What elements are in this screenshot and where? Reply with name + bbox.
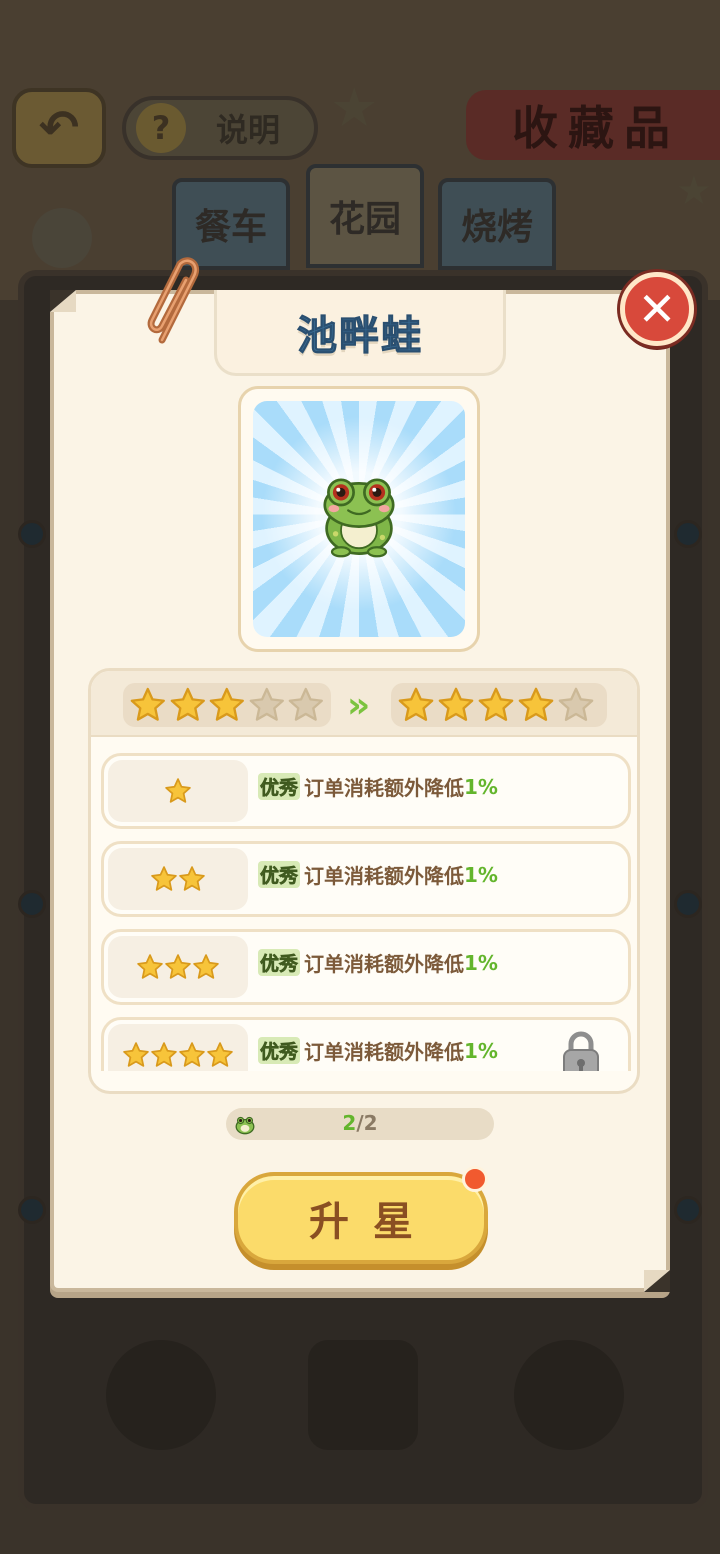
- collection-item[interactable]: [308, 1340, 418, 1450]
- star-empty-icon: [558, 687, 594, 721]
- shard-progress-text: 2/2: [226, 1111, 494, 1135]
- board-rivet: [18, 520, 46, 548]
- star-filled-icon: [165, 778, 191, 803]
- star-filled-icon: [193, 954, 219, 979]
- item-card: [238, 386, 480, 652]
- bonus-effect: 订单消耗额外降低: [304, 776, 465, 800]
- board-rivet: [18, 890, 46, 918]
- item-card-image: [253, 401, 465, 637]
- star-bonus-panel: » 优秀 订单消耗额外降低 1% 优秀 订单消耗额外降低 1% 优秀 订单消耗额…: [88, 668, 640, 1094]
- question-icon: ?: [136, 103, 186, 153]
- star-filled-icon: [209, 687, 245, 721]
- double-chevron-right-icon: »: [347, 685, 371, 726]
- row-bonus-text: 优秀 订单消耗额外降低 1%: [258, 1036, 498, 1065]
- star-empty-icon: [249, 687, 284, 721]
- shard-total: 2: [363, 1111, 378, 1135]
- filter-button[interactable]: [32, 208, 92, 268]
- row-bonus-text: 优秀 订单消耗额外降低 1%: [258, 772, 498, 801]
- collection-item[interactable]: [106, 1340, 216, 1450]
- star-filled-icon: [151, 866, 177, 891]
- bonus-value: 1%: [464, 1038, 498, 1063]
- board-rivet: [674, 1196, 702, 1224]
- tab-bbq[interactable]: 烧烤: [438, 178, 556, 270]
- paper-fold-corner: [50, 290, 76, 312]
- item-title: 池畔蛙: [297, 312, 423, 359]
- close-icon: ✕: [637, 282, 677, 336]
- star-empty-icon: [289, 687, 324, 721]
- bonus-effect: 订单消耗额外降低: [304, 1040, 465, 1064]
- board-rivet: [674, 520, 702, 548]
- star-filled-icon: [207, 1042, 233, 1067]
- bonus-effect: 订单消耗额外降低: [304, 864, 465, 888]
- notification-dot: [462, 1166, 488, 1192]
- tab-garden[interactable]: 花园: [306, 164, 424, 268]
- quality-badge: 优秀: [258, 773, 301, 800]
- star-filled-icon: [398, 687, 434, 721]
- row-star-requirement: [108, 936, 248, 998]
- star-filled-icon: [179, 1042, 205, 1067]
- row-star-requirement: [108, 848, 248, 910]
- back-arrow-icon: ↶: [38, 100, 80, 156]
- star-bonus-row: 优秀 订单消耗额外降低 1%: [101, 929, 631, 1005]
- frog-icon: [323, 478, 395, 558]
- close-button[interactable]: ✕: [620, 272, 694, 346]
- star-filled-icon: [123, 1042, 149, 1067]
- bonus-value: 1%: [464, 862, 498, 887]
- back-button[interactable]: ↶: [12, 88, 106, 168]
- row-bonus-text: 优秀 订单消耗额外降低 1%: [258, 948, 498, 977]
- paperclip-icon: [147, 257, 199, 344]
- decor-star-icon: ★: [330, 76, 379, 139]
- star-bonus-row: 优秀 订单消耗额外降低 1%: [101, 753, 631, 829]
- board-rivet: [674, 890, 702, 918]
- bonus-effect: 订单消耗额外降低: [304, 952, 465, 976]
- shard-progress-bar: 2/2: [226, 1108, 494, 1140]
- star-upgrade-header: »: [91, 671, 637, 737]
- star-filled-icon: [518, 687, 554, 721]
- decor-star-icon: ★: [676, 168, 712, 214]
- shard-current: 2: [342, 1111, 357, 1135]
- row-bonus-text: 优秀 订单消耗额外降低 1%: [258, 860, 498, 889]
- star-bonus-list[interactable]: 优秀 订单消耗额外降低 1% 优秀 订单消耗额外降低 1% 优秀 订单消耗额外降…: [101, 753, 631, 1071]
- lock-icon: [563, 1031, 599, 1071]
- row-star-requirement: [108, 760, 248, 822]
- collection-item[interactable]: [514, 1340, 624, 1450]
- star-filled-icon: [137, 954, 163, 979]
- shard-separator: /: [356, 1111, 364, 1135]
- help-button[interactable]: ? 说明: [122, 96, 318, 160]
- bonus-value: 1%: [464, 774, 498, 799]
- star-filled-icon: [179, 866, 205, 891]
- quality-badge: 优秀: [258, 949, 301, 976]
- upgrade-star-label: 升星: [309, 1199, 437, 1245]
- next-star-rating: [391, 683, 607, 727]
- bonus-value: 1%: [464, 950, 498, 975]
- star-filled-icon: [130, 687, 165, 721]
- star-filled-icon: [438, 687, 474, 721]
- quality-badge: 优秀: [258, 1037, 301, 1064]
- paper-fold-corner: [644, 1270, 670, 1292]
- collection-title: 收藏品: [466, 90, 720, 160]
- star-filled-icon: [151, 1042, 177, 1067]
- quality-badge: 优秀: [258, 861, 301, 888]
- star-filled-icon: [165, 954, 191, 979]
- upgrade-star-button[interactable]: 升星: [234, 1172, 488, 1264]
- item-title-plate: 池畔蛙: [214, 290, 506, 376]
- star-filled-icon: [170, 687, 205, 721]
- help-label: 说明: [216, 111, 281, 149]
- star-bonus-row: 优秀 订单消耗额外降低 1%: [101, 841, 631, 917]
- star-bonus-row: 优秀 订单消耗额外降低 1%: [101, 1017, 631, 1071]
- board-rivet: [18, 1196, 46, 1224]
- star-filled-icon: [478, 687, 514, 721]
- current-star-rating: [123, 683, 331, 727]
- row-star-requirement: [108, 1024, 248, 1071]
